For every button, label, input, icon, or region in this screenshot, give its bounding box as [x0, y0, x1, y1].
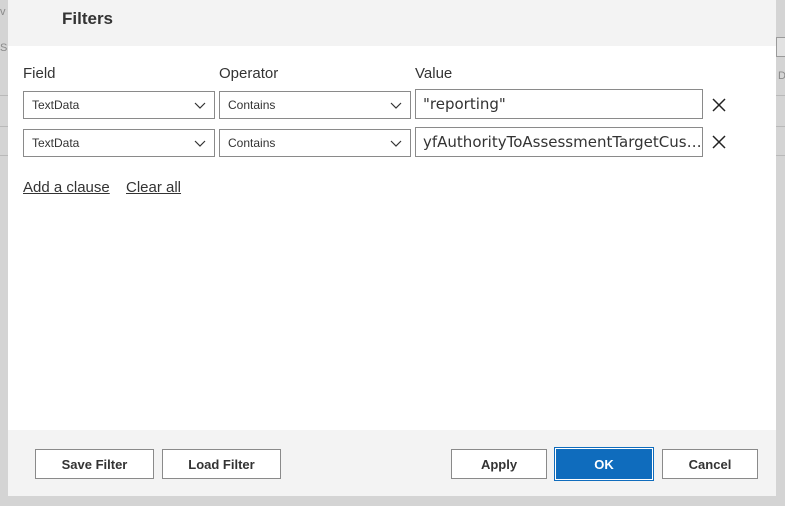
background-text-fragment: D	[778, 70, 785, 82]
field-dropdown[interactable]: TextData	[23, 129, 215, 157]
operator-dropdown[interactable]: Contains	[219, 91, 411, 119]
load-filter-button[interactable]: Load Filter	[162, 449, 281, 479]
chevron-down-icon	[390, 102, 402, 109]
cancel-button[interactable]: Cancel	[662, 449, 758, 479]
close-icon[interactable]	[711, 97, 727, 113]
operator-dropdown-value: Contains	[228, 98, 276, 112]
operator-dropdown-value: Contains	[228, 136, 276, 150]
apply-button[interactable]: Apply	[451, 449, 547, 479]
background-text-fragment: S	[0, 42, 8, 54]
chevron-down-icon	[194, 140, 206, 147]
chevron-down-icon	[194, 102, 206, 109]
field-dropdown-value: TextData	[32, 98, 80, 112]
background-control	[776, 37, 785, 57]
close-icon[interactable]	[711, 134, 727, 150]
value-input[interactable]: "reporting"	[415, 89, 703, 119]
chevron-down-icon	[390, 140, 402, 147]
dialog-header: Filters	[8, 0, 776, 46]
field-dropdown[interactable]: TextData	[23, 91, 215, 119]
ok-button[interactable]: OK	[556, 449, 652, 479]
add-clause-link[interactable]: Add a clause	[23, 179, 110, 196]
dialog-title: Filters	[62, 9, 114, 28]
background-text-fragment: v	[0, 6, 6, 18]
operator-column-label: Operator	[219, 65, 279, 82]
operator-dropdown[interactable]: Contains	[219, 129, 411, 157]
value-input[interactable]: yfAuthorityToAssessmentTargetCusto...	[415, 127, 703, 157]
save-filter-button[interactable]: Save Filter	[35, 449, 154, 479]
field-column-label: Field	[23, 65, 56, 82]
field-dropdown-value: TextData	[32, 136, 80, 150]
filters-dialog: Filters Field Operator Value TextData Co…	[8, 0, 776, 496]
clear-all-link[interactable]: Clear all	[126, 179, 181, 196]
value-column-label: Value	[415, 65, 453, 82]
